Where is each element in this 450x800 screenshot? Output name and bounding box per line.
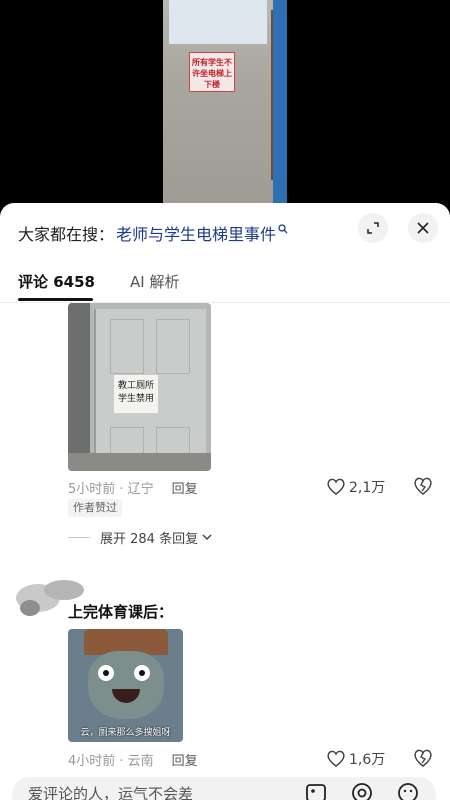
expand-icon (367, 222, 379, 234)
cartoon-eye (134, 665, 150, 681)
door-panel (156, 319, 190, 374)
like-count: 1,6万 (349, 752, 386, 768)
tab-underline (18, 298, 93, 301)
heart-icon (327, 478, 345, 495)
door-sign: 教工厕所学生禁用 (114, 375, 158, 413)
tab-comments[interactable]: 评论 6458 (18, 271, 95, 292)
comment-meta: 5小时前 · 辽宁 回复 (68, 477, 198, 497)
at-mention-icon[interactable] (350, 781, 374, 800)
comment-meta: 4小时前 · 云南 回复 (68, 749, 198, 769)
door-panel (110, 319, 144, 374)
video-sign: 所有学生不许坐电梯上下楼 (189, 52, 235, 92)
comment-input-placeholder: 爱评论的人，运气不会差 (28, 785, 194, 800)
video-player[interactable]: 所有学生不许坐电梯上下楼 (0, 0, 450, 205)
like-button[interactable]: 2,1万 (326, 475, 385, 499)
expand-replies-label: 展开 284 条回复 (100, 531, 199, 547)
image-icon[interactable] (304, 781, 328, 800)
tab-ai-analysis[interactable]: AI 解析 (130, 271, 179, 292)
chevron-down-icon (202, 534, 212, 541)
comment-image-door[interactable]: 教工厕所学生禁用 (68, 303, 211, 471)
comment-image-cartoon[interactable]: 云，厕来那么多搜姐呀 (68, 629, 183, 742)
screen: 所有学生不许坐电梯上下楼 大家都在搜： 老师与学生电梯里事件 评论 6458 A… (0, 0, 450, 800)
comment-username[interactable]: 上完体育课后： (68, 601, 173, 622)
heart-icon (327, 750, 345, 767)
wall-poster (169, 0, 267, 44)
cartoon-face (88, 651, 164, 719)
search-keyword-link[interactable]: 老师与学生电梯里事件 (116, 221, 276, 245)
door-frame (68, 303, 90, 471)
search-icon (278, 224, 288, 234)
divider-line (68, 536, 90, 538)
comment-time-location: 5小时前 · 辽宁 (68, 481, 154, 497)
comment-time-location: 4小时前 · 云南 (68, 753, 154, 769)
close-icon (417, 222, 429, 234)
emoji-icon[interactable] (396, 781, 420, 800)
trending-search[interactable]: 大家都在搜： 老师与学生电梯里事件 (18, 221, 288, 245)
expand-replies-button[interactable]: 展开 284 条回复 (68, 527, 213, 547)
dislike-icon[interactable] (412, 747, 434, 769)
comment-sheet: 大家都在搜： 老师与学生电梯里事件 评论 6458 AI 解析 教工厕所学生禁用… (0, 203, 450, 800)
floor (68, 453, 211, 471)
close-button[interactable] (408, 213, 438, 243)
search-prefix: 大家都在搜： (18, 225, 115, 244)
expand-button[interactable] (358, 213, 388, 243)
video-frame: 所有学生不许坐电梯上下楼 (163, 0, 287, 205)
reply-button[interactable]: 回复 (172, 478, 198, 497)
author-liked-badge: 作者赞过 (68, 499, 122, 517)
like-count: 2,1万 (349, 480, 386, 496)
blue-strip (273, 0, 287, 205)
comment-input-bar: 爱评论的人，运气不会差 (0, 767, 450, 800)
dislike-icon[interactable] (412, 475, 434, 497)
comment-tabs: 评论 6458 AI 解析 (0, 265, 450, 303)
cartoon-eye (98, 665, 114, 681)
cartoon-caption: 云，厕来那么多搜姐呀 (80, 728, 171, 738)
reply-button[interactable]: 回复 (172, 750, 198, 769)
